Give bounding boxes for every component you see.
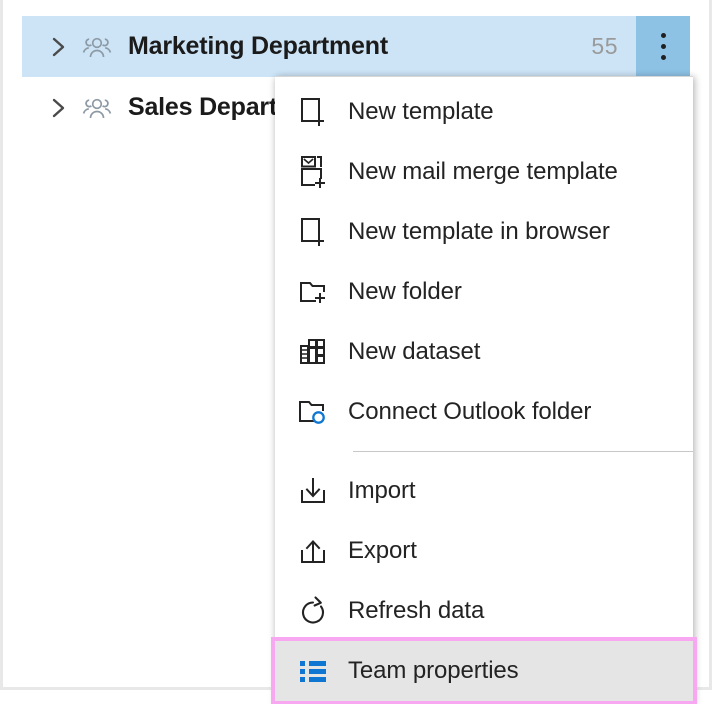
menu-item-new-template-in-browser[interactable]: New template in browser xyxy=(275,202,693,262)
tree-row-marketing-department[interactable]: Marketing Department 55 xyxy=(22,16,690,77)
tree-row-member-count: 55 xyxy=(591,33,618,59)
menu-item-label: New mail merge template xyxy=(348,158,618,185)
dataset-grid-icon xyxy=(296,335,330,369)
row-options-button[interactable] xyxy=(636,16,690,77)
menu-item-label: Team properties xyxy=(348,657,519,684)
menu-item-new-dataset[interactable]: New dataset xyxy=(275,322,693,382)
menu-item-connect-outlook-folder[interactable]: Connect Outlook folder xyxy=(275,382,693,442)
new-document-plus-icon xyxy=(296,215,330,249)
chevron-right-icon[interactable] xyxy=(41,35,75,59)
import-download-icon xyxy=(296,474,330,508)
menu-item-team-properties[interactable]: Team properties xyxy=(271,637,697,704)
menu-item-label: New folder xyxy=(348,278,462,305)
export-upload-icon xyxy=(296,534,330,568)
menu-separator xyxy=(353,451,693,452)
menu-item-new-template[interactable]: New template xyxy=(275,82,693,142)
properties-list-icon xyxy=(296,654,330,688)
menu-item-label: Import xyxy=(348,477,416,504)
people-group-icon xyxy=(77,34,117,60)
team-context-menu: New template New mail merge template New t… xyxy=(271,76,697,704)
outlook-folder-icon xyxy=(296,395,330,429)
menu-item-label: New dataset xyxy=(348,338,481,365)
team-tree-panel: Marketing Department 55 Sales Department N… xyxy=(0,0,712,704)
menu-item-new-folder[interactable]: New folder xyxy=(275,262,693,322)
menu-item-import[interactable]: Import xyxy=(275,461,693,521)
menu-item-label: Export xyxy=(348,537,417,564)
menu-item-label: New template in browser xyxy=(348,218,610,245)
people-group-icon xyxy=(77,95,117,121)
menu-item-label: Connect Outlook folder xyxy=(348,398,592,425)
new-folder-plus-icon xyxy=(296,275,330,309)
new-document-plus-icon xyxy=(296,95,330,129)
refresh-circular-arrow-icon xyxy=(296,594,330,628)
menu-item-export[interactable]: Export xyxy=(275,521,693,581)
menu-item-label: Refresh data xyxy=(348,597,485,624)
menu-item-new-mail-merge-template[interactable]: New mail merge template xyxy=(275,142,693,202)
mail-merge-document-plus-icon xyxy=(296,155,330,189)
tree-row-label: Marketing Department xyxy=(128,32,388,60)
menu-item-label: New template xyxy=(348,98,494,125)
chevron-right-icon[interactable] xyxy=(41,96,75,120)
menu-item-refresh-data[interactable]: Refresh data xyxy=(275,581,693,641)
